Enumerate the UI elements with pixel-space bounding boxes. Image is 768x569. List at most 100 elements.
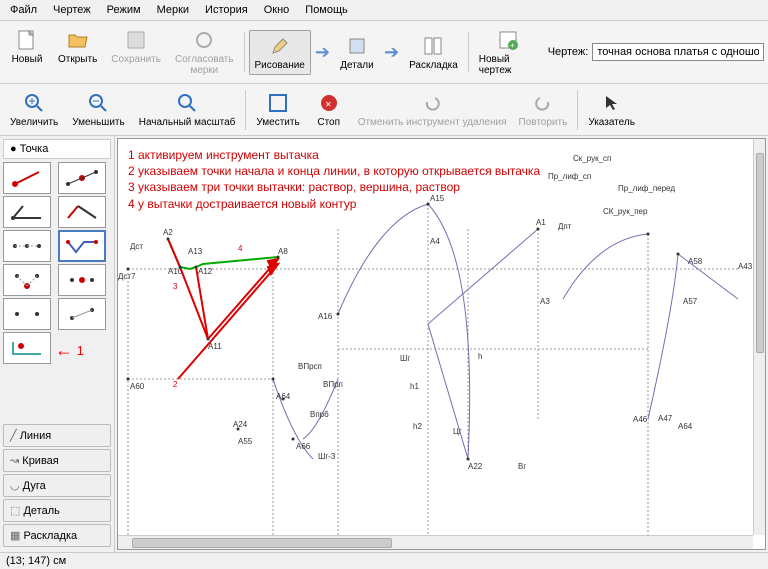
redo-button[interactable]: Повторить — [513, 87, 574, 132]
details-button[interactable]: Детали — [334, 30, 380, 75]
svg-text:h2: h2 — [413, 422, 422, 431]
svg-text:+: + — [510, 41, 515, 50]
svg-text:А64: А64 — [276, 392, 291, 401]
svg-text:А43: А43 — [738, 262, 753, 271]
folder-icon — [66, 28, 90, 52]
drawing-label: Чертеж: — [544, 44, 593, 60]
svg-text:А2: А2 — [163, 228, 173, 237]
svg-text:А22: А22 — [468, 462, 483, 471]
pointer-button[interactable]: Указатель — [582, 87, 641, 132]
cursor-position: (13; 147) см — [6, 555, 66, 567]
details-icon — [345, 34, 369, 58]
layout-button[interactable]: Раскладка — [403, 30, 464, 75]
category-line[interactable]: ╱ Линия — [3, 424, 111, 447]
drawing-name-input[interactable] — [592, 43, 764, 61]
zoom-in-icon — [22, 91, 46, 115]
new-drawing-button[interactable]: +Новый чертеж — [473, 24, 544, 80]
arrow-right-icon: ➔ — [315, 42, 330, 63]
svg-text:А66: А66 — [296, 442, 311, 451]
svg-text:Вг: Вг — [518, 462, 526, 471]
instruction-overlay: 1 активируем инструмент вытачка 2 указыв… — [128, 147, 540, 212]
stop-icon: ✕ — [317, 91, 341, 115]
svg-text:А1: А1 — [536, 218, 546, 227]
tool-point-11[interactable] — [3, 332, 51, 364]
fit-button[interactable]: Уместить — [250, 87, 305, 132]
plus-icon: + — [496, 28, 520, 52]
zoom-reset-icon — [175, 91, 199, 115]
open-button[interactable]: Открыть — [52, 24, 103, 69]
svg-text:А4: А4 — [430, 237, 440, 246]
horizontal-scrollbar[interactable] — [118, 535, 753, 549]
svg-text:А12: А12 — [198, 267, 213, 276]
tool-point-3[interactable] — [3, 196, 51, 228]
svg-text:✕: ✕ — [325, 100, 332, 109]
svg-text:Дст7: Дст7 — [118, 272, 136, 281]
zoom-out-icon — [86, 91, 110, 115]
svg-text:Ск_рук_сп: Ск_рук_сп — [573, 154, 611, 163]
zoom-in-button[interactable]: Увеличить — [4, 87, 64, 132]
category-arc[interactable]: ◡ Дуга — [3, 474, 111, 497]
drawing-canvas[interactable]: 1 активируем инструмент вытачка 2 указыв… — [117, 138, 766, 550]
svg-text:А55: А55 — [238, 437, 253, 446]
category-detail[interactable]: ⬚ Деталь — [3, 499, 111, 522]
menu-file[interactable]: Файл — [4, 2, 43, 18]
menu-help[interactable]: Помощь — [299, 2, 354, 18]
svg-text:А24: А24 — [233, 420, 248, 429]
menu-window[interactable]: Окно — [258, 2, 296, 18]
svg-text:Цг: Цг — [453, 427, 462, 436]
svg-text:Дпт: Дпт — [558, 222, 572, 231]
svg-text:Пр_лиф_перед: Пр_лиф_перед — [618, 184, 675, 193]
category-curve[interactable]: ↝ Кривая — [3, 449, 111, 472]
disk-icon — [124, 28, 148, 52]
svg-text:h: h — [478, 352, 482, 361]
menu-mode[interactable]: Режим — [101, 2, 147, 18]
svg-text:Впрб: Впрб — [310, 410, 329, 419]
new-button[interactable]: Новый — [4, 24, 50, 69]
svg-text:4: 4 — [238, 244, 243, 253]
svg-text:А11: А11 — [208, 342, 222, 351]
fit-icon — [266, 91, 290, 115]
svg-text:А10: А10 — [168, 267, 183, 276]
tool-point-9[interactable] — [3, 298, 51, 330]
status-bar: (13; 147) см — [0, 552, 768, 569]
layout-icon — [421, 34, 445, 58]
tool-point-7[interactable] — [3, 264, 51, 296]
svg-text:А3: А3 — [540, 297, 550, 306]
svg-text:А58: А58 — [688, 257, 703, 266]
sync-icon — [192, 28, 216, 52]
tool-point-5[interactable] — [3, 230, 51, 262]
svg-text:Дст: Дст — [130, 242, 143, 251]
drawing-mode-button[interactable]: Рисование — [249, 30, 311, 75]
pencil-icon — [268, 34, 292, 58]
arrow-right-icon: ➔ — [384, 42, 399, 63]
menu-drawing[interactable]: Чертеж — [47, 2, 97, 18]
tool-point-2[interactable] — [58, 162, 106, 194]
undo-button[interactable]: Отменить инструмент удаления — [352, 87, 513, 132]
tool-point-8[interactable] — [58, 264, 106, 296]
svg-text:СК_рук_пер: СК_рук_пер — [603, 207, 648, 216]
vertical-scrollbar[interactable] — [753, 139, 765, 535]
cursor-icon — [600, 91, 624, 115]
tool-dart[interactable] — [58, 230, 106, 262]
undo-icon — [420, 91, 444, 115]
svg-text:Пр_лиф_сп: Пр_лиф_сп — [548, 172, 591, 181]
zoom-toolbar: Увеличить Уменьшить Начальный масштаб Ум… — [0, 84, 768, 136]
redo-icon — [531, 91, 555, 115]
svg-text:А47: А47 — [658, 414, 673, 423]
zoom-out-button[interactable]: Уменьшить — [66, 87, 130, 132]
svg-text:А16: А16 — [318, 312, 333, 321]
zoom-reset-button[interactable]: Начальный масштаб — [133, 87, 242, 132]
tool-sidebar: Точка ← 1 ╱ Линия ↝ Кривая ◡ Дуга ⬚ Дета… — [0, 136, 115, 552]
save-button[interactable]: Сохранить — [105, 24, 167, 69]
svg-text:ВПрп: ВПрп — [323, 380, 343, 389]
stop-button[interactable]: ✕Стоп — [306, 87, 352, 132]
menu-history[interactable]: История — [199, 2, 254, 18]
tool-point-4[interactable] — [58, 196, 106, 228]
annotation-arrow-1: ← 1 — [55, 340, 111, 361]
tool-point-1[interactable] — [3, 162, 51, 194]
sidebar-category-point[interactable]: Точка — [3, 139, 111, 159]
menu-measures[interactable]: Мерки — [151, 2, 195, 18]
svg-text:А57: А57 — [683, 297, 698, 306]
tool-point-10[interactable] — [58, 298, 106, 330]
sync-button[interactable]: Согласовать мерки — [169, 24, 240, 80]
